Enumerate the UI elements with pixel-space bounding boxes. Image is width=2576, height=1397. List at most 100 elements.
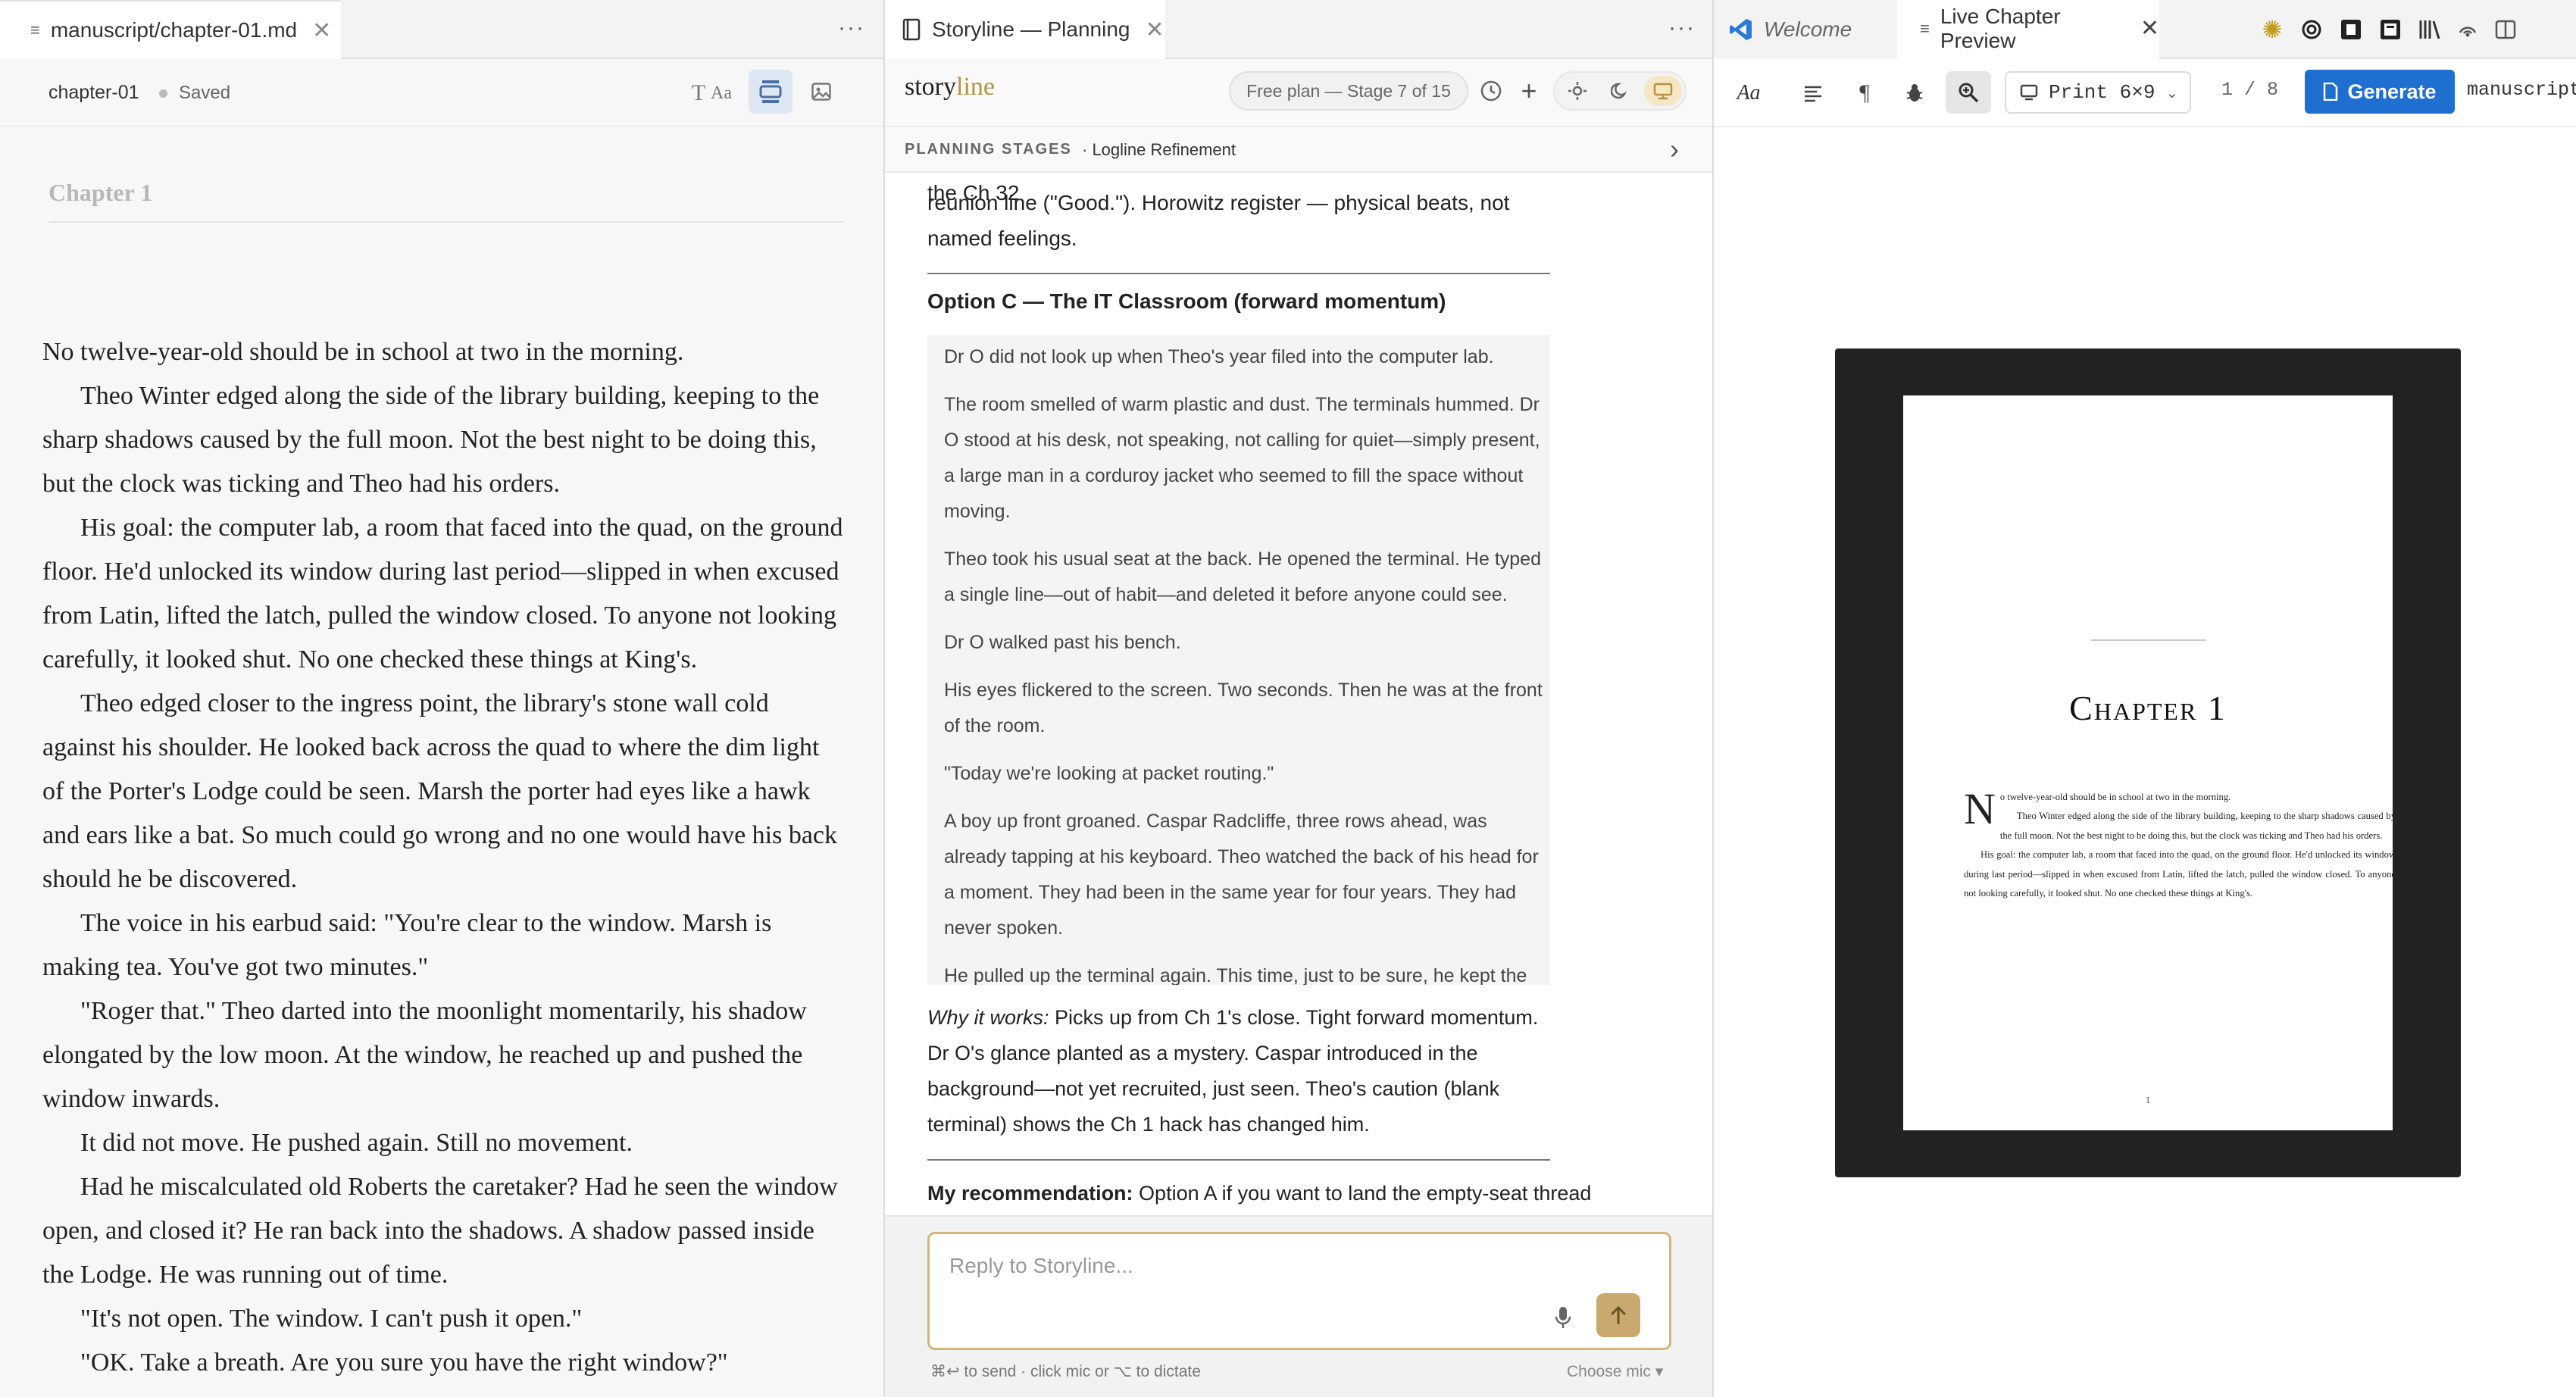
excerpt-paragraph: A boy up front groaned. Caspar Radcliffe…	[944, 811, 1539, 939]
reply-box[interactable]: Reply to Storyline...	[927, 1232, 1671, 1350]
close-icon[interactable]: ✕	[312, 17, 331, 44]
divider	[927, 273, 1550, 274]
chapter-heading: Chapter 1	[48, 179, 153, 206]
split-editor-icon[interactable]	[2490, 14, 2521, 45]
editor-pane: ≡ manuscript/chapter-01.md ✕ ··· chapter…	[0, 0, 885, 1397]
previous-text: reunion line ("Good."). Horowitz registe…	[927, 191, 1510, 250]
broadcast-icon[interactable]	[2452, 14, 2484, 45]
paragraph: "Roger that." Theo darted into the moonl…	[42, 997, 807, 1113]
zoom-icon	[1959, 83, 1979, 103]
planner-header: storyline Free plan — Stage 7 of 15 +	[885, 59, 1712, 127]
choose-mic-dropdown[interactable]: Choose mic ▾	[1567, 1362, 1663, 1381]
logo-story: story	[905, 73, 956, 101]
tab-chapter-01[interactable]: ≡ manuscript/chapter-01.md ✕	[0, 0, 341, 59]
monitor-icon[interactable]	[1644, 76, 1682, 106]
excerpt-paragraph: Dr O did not look up when Theo's year fi…	[944, 346, 1494, 367]
inspect-icon[interactable]	[1899, 77, 1930, 109]
tab-storyline-label: Storyline — Planning	[932, 17, 1130, 41]
drop-cap: N	[1964, 784, 1996, 833]
file-icon: ≡	[30, 20, 40, 39]
sparkle-icon[interactable]: ✺	[2256, 14, 2288, 45]
history-icon[interactable]	[1474, 74, 1508, 108]
file-path: manuscript/	[2467, 79, 2576, 101]
tab-storyline-planning[interactable]: Storyline — Planning ✕	[885, 0, 1165, 59]
add-icon[interactable]: +	[1512, 74, 1546, 108]
typeset-mode-button[interactable]	[749, 70, 792, 114]
why-label: Why it works:	[927, 1006, 1049, 1029]
vscode-icon	[1730, 19, 1752, 40]
tab-welcome-label: Welcome	[1764, 17, 1852, 41]
zoom-button[interactable]	[1946, 71, 1991, 114]
close-icon[interactable]: ✕	[2140, 15, 2159, 42]
page-chapter-title: Chapter 1	[2069, 689, 2227, 727]
panel-icon[interactable]	[2335, 14, 2367, 45]
arrow-up-icon	[1610, 1305, 1627, 1324]
manuscript-text[interactable]: No twelve-year-old should be in school a…	[42, 330, 846, 1385]
save-status: Saved	[179, 83, 231, 103]
page-paragraph: Theo Winter edged along the side of the …	[1999, 811, 2396, 841]
reply-input[interactable]: Reply to Storyline...	[949, 1254, 1133, 1278]
composer-area: Reply to Storyline... ⌘↩ to send · click…	[885, 1215, 1712, 1397]
moon-icon[interactable]	[1603, 76, 1637, 106]
stage-name: · Logline Refinement	[1082, 140, 1236, 159]
excerpt-paragraph: The room smelled of warm plastic and dus…	[944, 394, 1540, 522]
excerpt-paragraph: Theo took his usual seat at the back. He…	[944, 548, 1541, 605]
tab-live-preview-label: Live Chapter Preview	[1940, 4, 2061, 52]
planning-stages-bar[interactable]: PLANNING STAGES · Logline Refinement ›	[885, 127, 1712, 173]
align-left-icon[interactable]	[1797, 77, 1829, 109]
monitor-icon	[2020, 84, 2038, 101]
paragraph: It did not move. He pushed again. Still …	[80, 1129, 633, 1157]
close-icon[interactable]: ✕	[1145, 17, 1164, 43]
book-icon	[902, 18, 921, 41]
editor-tab-bar: ≡ manuscript/chapter-01.md ✕ ···	[0, 0, 883, 59]
print-format-select[interactable]: Print 6×9 ⌄	[2005, 71, 2191, 114]
planner-tab-bar: Storyline — Planning ✕ ···	[885, 0, 1712, 59]
paragraph: Theo Winter edged along the side of the …	[42, 382, 820, 498]
conversation-area[interactable]: ordinary conversation becomes loaded. "C…	[885, 174, 1712, 1215]
title-rule	[2091, 639, 2206, 641]
font-button[interactable]: Aa	[1730, 77, 1767, 109]
page-paragraph: o twelve-year-old should be in school at…	[1999, 792, 2231, 802]
chevron-right-icon[interactable]: ›	[1670, 133, 1679, 165]
stages-label: PLANNING STAGES	[905, 141, 1072, 158]
paragraph: No twelve-year-old should be in school a…	[42, 338, 684, 366]
tab-live-preview[interactable]: ≡ Live Chapter Preview ✕	[1897, 0, 2159, 59]
mic-icon[interactable]	[1548, 1301, 1578, 1334]
option-c-excerpt: Dr O did not look up when Theo's year fi…	[927, 335, 1550, 985]
send-button[interactable]	[1596, 1293, 1640, 1337]
library-icon[interactable]	[2414, 14, 2446, 45]
plan-badge[interactable]: Free plan — Stage 7 of 15	[1229, 71, 1468, 111]
tab-chapter-01-label: manuscript/chapter-01.md	[50, 18, 298, 42]
editor-header: chapter-01 Saved T Aa	[0, 59, 883, 127]
excerpt-paragraph: He pulled up the terminal again. This ti…	[944, 965, 1527, 985]
generate-button[interactable]: Generate	[2305, 70, 2455, 114]
openai-icon[interactable]	[2296, 14, 2327, 45]
page-paragraph: His goal: the computer lab, a room that …	[1964, 849, 2396, 899]
generate-label: Generate	[2347, 80, 2437, 103]
why-it-works: Why it works: Picks up from Ch 1's close…	[927, 1000, 1556, 1142]
tab-welcome[interactable]: Welcome	[1714, 0, 1897, 59]
sun-icon[interactable]	[1561, 76, 1594, 106]
book-page[interactable]: Chapter 1 No twelve-year-old should be i…	[1903, 395, 2396, 1130]
pilcrow-icon[interactable]: ¶	[1849, 77, 1880, 109]
font-icon[interactable]: Aa	[705, 76, 738, 111]
paragraph: "OK. Take a breath. Are you sure you hav…	[80, 1349, 728, 1377]
more-icon[interactable]: ···	[1668, 15, 1696, 41]
storyline-logo: storyline	[905, 73, 995, 102]
theme-toggle	[1553, 71, 1687, 111]
paragraph: His goal: the computer lab, a room that …	[42, 514, 843, 673]
doc-name: chapter-01	[48, 82, 139, 103]
more-icon[interactable]: ···	[838, 15, 865, 41]
rec-label: My recommendation:	[927, 1182, 1133, 1205]
image-icon[interactable]	[805, 74, 838, 109]
excerpt-paragraph: His eyes flickered to the screen. Two se…	[944, 680, 1543, 736]
heading-divider	[48, 221, 844, 223]
excerpt-paragraph: Dr O walked past his bench.	[944, 632, 1181, 653]
document-icon	[2324, 83, 2338, 101]
paragraph: The voice in his earbud said: "You're cl…	[42, 909, 772, 981]
book-open-icon[interactable]	[2374, 14, 2406, 45]
save-status-dot	[159, 89, 167, 98]
page-frame: Chapter 1 No twelve-year-old should be i…	[1835, 348, 2461, 1177]
page-number: 1	[2145, 1094, 2151, 1105]
file-icon: ≡	[1920, 18, 1930, 38]
